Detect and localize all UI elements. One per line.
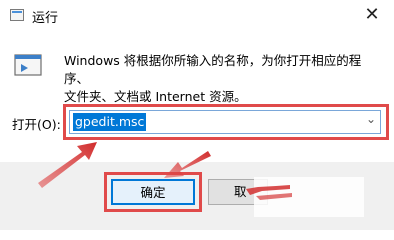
- open-label: 打开(O):: [12, 117, 61, 132]
- description-line-1: Windows 将根据你所输入的名称，为你打开相应的程序、: [64, 53, 362, 86]
- dialog-description: Windows 将根据你所输入的名称，为你打开相应的程序、 文件夹、文档或 In…: [64, 52, 384, 106]
- title-bar: 运行 ✕: [0, 0, 394, 32]
- annotation-box-ok: [104, 172, 202, 212]
- run-window-icon: [10, 9, 24, 21]
- occluding-smear: [254, 177, 364, 217]
- close-icon[interactable]: ✕: [358, 2, 386, 28]
- annotation-box-input: [63, 104, 389, 140]
- window-title: 运行: [32, 11, 59, 26]
- run-app-icon: [14, 54, 42, 76]
